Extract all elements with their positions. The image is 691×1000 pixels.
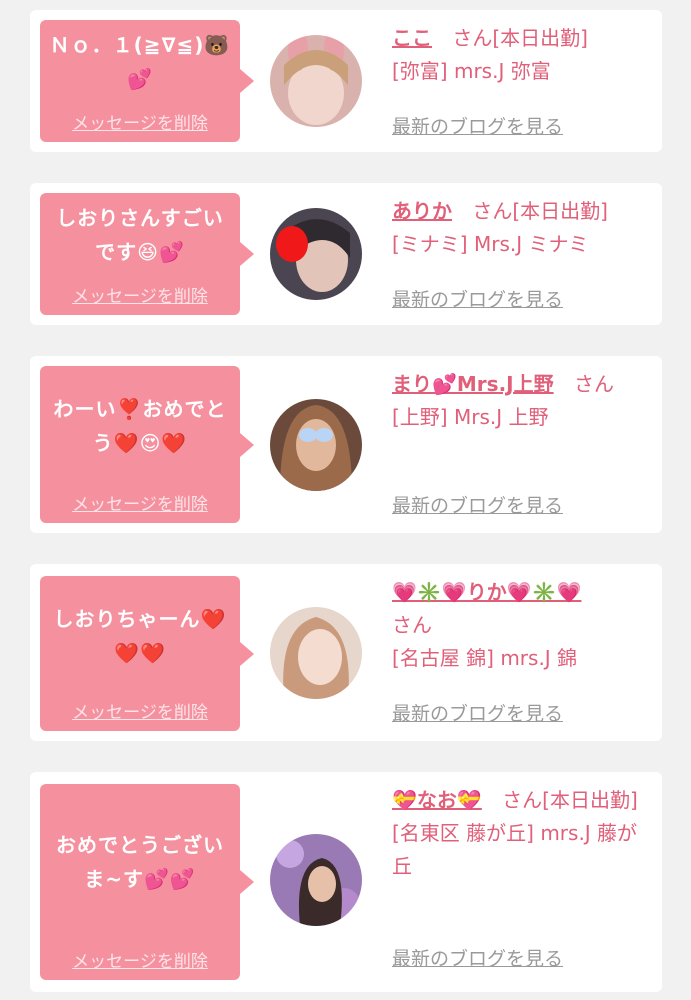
sender-shop: [弥富] mrs.J 弥富 xyxy=(392,59,551,83)
message-bubble: しおりちゃーん❤️❤️❤️ メッセージを削除 xyxy=(40,576,254,731)
message-text: わーい❣️おめでとう❤️😍❤️ xyxy=(53,397,227,455)
message-bubble: しおりさんすごいです😆💕 メッセージを削除 xyxy=(40,193,254,315)
delete-message-link[interactable]: メッセージを削除 xyxy=(40,947,240,972)
avatar-photo xyxy=(270,607,362,699)
sender-shop: [ミナミ] Mrs.J ミナミ xyxy=(392,232,589,256)
sender-suffix: さん[本日出勤] xyxy=(502,788,638,812)
message-bubble: わーい❣️おめでとう❤️😍❤️ メッセージを削除 xyxy=(40,366,254,523)
latest-blog-link[interactable]: 最新のブログを見る xyxy=(392,491,563,518)
message-card: おめでとうございま~す💕💕 メッセージを削除 💝なお💝 さん[本日出勤] [名東… xyxy=(30,772,662,992)
sender-info: 💗✳️💗りか💗✳️💗 さん [名古屋 錦] mrs.J 錦 xyxy=(392,576,654,675)
message-text: おめでとうございま~す💕💕 xyxy=(56,833,224,891)
message-card: Ｎｏ．１(≧∇≦)🐻💕 メッセージを削除 ここ さん[本日出勤] [弥富] mr… xyxy=(30,10,662,152)
latest-blog-link[interactable]: 最新のブログを見る xyxy=(392,285,563,312)
sender-suffix: さん xyxy=(392,613,432,637)
sender-info: ここ さん[本日出勤] [弥富] mrs.J 弥富 xyxy=(392,22,654,88)
sender-name-link[interactable]: まり💕Mrs.J上野 xyxy=(392,372,554,396)
avatar[interactable] xyxy=(270,399,362,491)
message-text: しおりさんすごいです😆💕 xyxy=(56,206,224,264)
delete-message-link[interactable]: メッセージを削除 xyxy=(40,109,240,134)
message-list: Ｎｏ．１(≧∇≦)🐻💕 メッセージを削除 ここ さん[本日出勤] [弥富] mr… xyxy=(0,0,691,1000)
sender-name-link[interactable]: ありか xyxy=(392,199,452,223)
sender-name-link[interactable]: 💝なお💝 xyxy=(392,788,482,812)
avatar[interactable] xyxy=(270,208,362,300)
avatar-photo xyxy=(270,399,362,491)
message-card: わーい❣️おめでとう❤️😍❤️ メッセージを削除 まり💕Mrs.J上野 さん [… xyxy=(30,356,662,533)
delete-message-link[interactable]: メッセージを削除 xyxy=(40,282,240,307)
latest-blog-link[interactable]: 最新のブログを見る xyxy=(392,944,563,971)
sender-name-link[interactable]: ここ xyxy=(392,26,432,50)
avatar[interactable] xyxy=(270,35,362,127)
message-bubble: おめでとうございま~す💕💕 メッセージを削除 xyxy=(40,784,254,980)
message-text: しおりちゃーん❤️❤️❤️ xyxy=(53,607,227,665)
sender-suffix: さん[本日出勤] xyxy=(472,199,608,223)
latest-blog-link[interactable]: 最新のブログを見る xyxy=(392,112,563,139)
sender-info: 💝なお💝 さん[本日出勤] [名東区 藤が丘] mrs.J 藤が丘 xyxy=(392,784,654,883)
sender-name-link[interactable]: 💗✳️💗りか💗✳️💗 xyxy=(392,580,581,604)
sender-suffix: さん xyxy=(573,372,614,396)
sender-shop: [名古屋 錦] mrs.J 錦 xyxy=(392,646,578,670)
avatar-photo xyxy=(270,834,362,926)
avatar-photo xyxy=(270,208,362,300)
avatar[interactable] xyxy=(270,834,362,926)
sender-shop: [上野] Mrs.J 上野 xyxy=(392,405,549,429)
message-bubble: Ｎｏ．１(≧∇≦)🐻💕 メッセージを削除 xyxy=(40,20,254,142)
message-card: しおりちゃーん❤️❤️❤️ メッセージを削除 💗✳️💗りか💗✳️💗 さん [名古… xyxy=(30,564,662,741)
delete-message-link[interactable]: メッセージを削除 xyxy=(40,490,240,515)
latest-blog-link[interactable]: 最新のブログを見る xyxy=(392,699,563,726)
message-text: Ｎｏ．１(≧∇≦)🐻💕 xyxy=(49,33,231,91)
avatar-photo xyxy=(270,35,362,127)
message-card: しおりさんすごいです😆💕 メッセージを削除 ありか さん[本日出勤] [ミナミ]… xyxy=(30,183,662,325)
sender-suffix: さん[本日出勤] xyxy=(452,26,588,50)
sender-shop: [名東区 藤が丘] mrs.J 藤が丘 xyxy=(392,821,638,878)
delete-message-link[interactable]: メッセージを削除 xyxy=(40,698,240,723)
sender-info: まり💕Mrs.J上野 さん [上野] Mrs.J 上野 xyxy=(392,368,654,434)
avatar[interactable] xyxy=(270,607,362,699)
sender-info: ありか さん[本日出勤] [ミナミ] Mrs.J ミナミ xyxy=(392,195,654,261)
